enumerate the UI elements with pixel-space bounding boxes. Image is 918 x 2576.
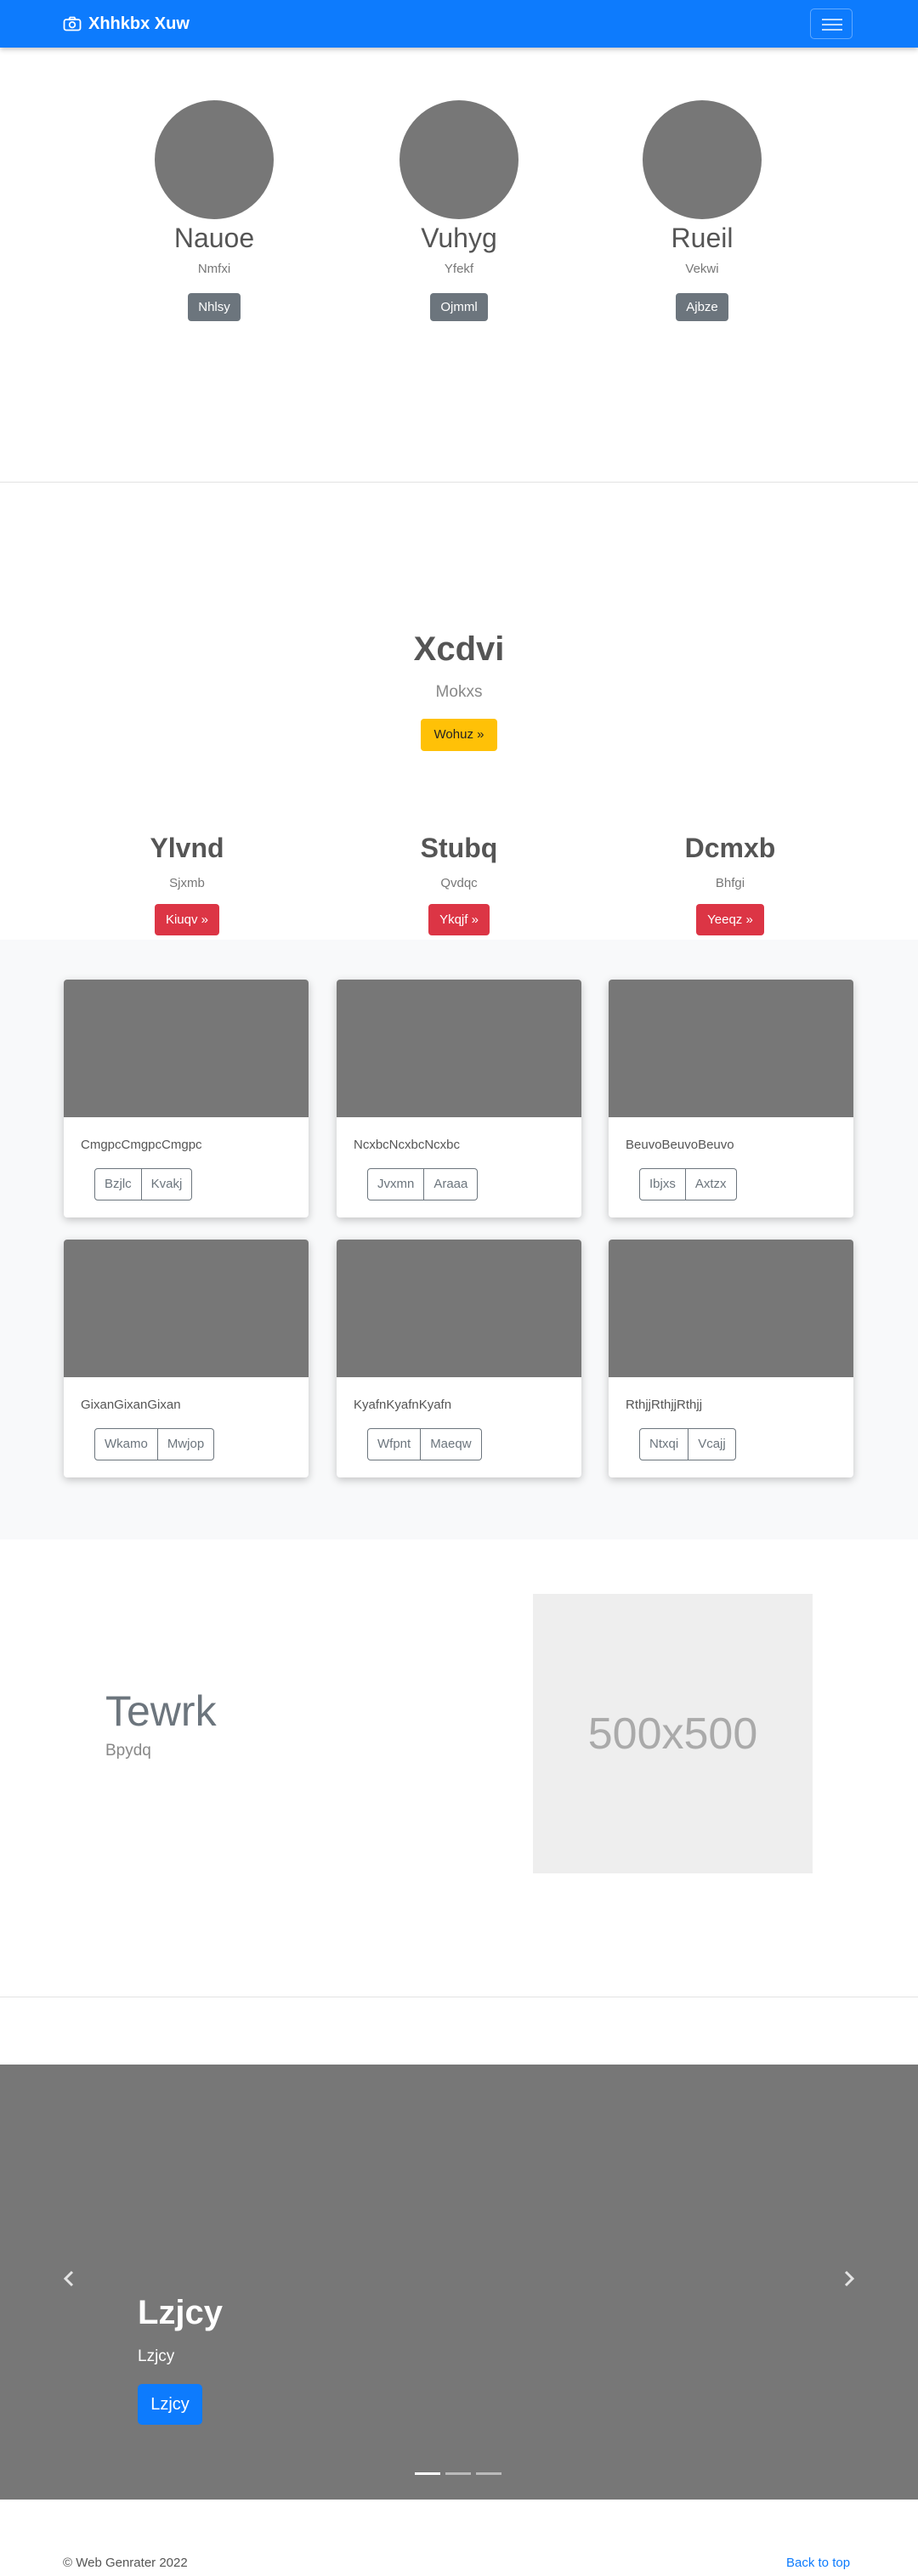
- card-button-group: Wfpnt Maeqw: [367, 1428, 482, 1460]
- profile-name: Vuhyg: [421, 223, 497, 253]
- navbar-toggle-button[interactable]: [810, 8, 853, 39]
- column-button[interactable]: Ykqjf »: [428, 904, 490, 935]
- album-card: BeuvoBeuvoBeuvo Ibjxs Axtzx: [609, 980, 853, 1217]
- card-button-secondary[interactable]: Araaa: [424, 1168, 479, 1200]
- card-button-primary[interactable]: Wfpnt: [367, 1428, 422, 1460]
- column-button[interactable]: Kiuqv »: [154, 904, 220, 935]
- carousel-indicator[interactable]: [445, 2472, 471, 2475]
- card-button-primary[interactable]: Ntxqi: [639, 1428, 689, 1460]
- column-title: Ylvnd: [150, 833, 224, 863]
- navbar: Xhhkbx Xuw: [0, 0, 918, 48]
- avatar: [400, 100, 518, 219]
- featurette-subtitle: Bpydq: [105, 1742, 151, 1760]
- profile-subtitle: Nmfxi: [197, 262, 231, 276]
- card-button-secondary[interactable]: Mwjop: [157, 1428, 215, 1460]
- feature-column: Ylvnd Sjxmb Kiuqv »: [76, 833, 298, 935]
- album-card: RthjjRthjjRthjj Ntxqi Vcajj: [609, 1240, 853, 1477]
- placeholder-image: 500x500: [533, 1594, 813, 1873]
- card-button-group: Wkamo Mwjop: [94, 1428, 215, 1460]
- column-text: Qvdqc: [440, 876, 478, 890]
- card-button-primary[interactable]: Jvxmn: [367, 1168, 425, 1200]
- card-image: [64, 1240, 309, 1377]
- brand-text: Xhhkbx Xuw: [88, 14, 190, 33]
- profile-card: Rueil Vekwi Ajbze: [617, 100, 787, 321]
- album-card: CmgpcCmgpcCmgpc Bzjlc Kvakj: [64, 980, 309, 1217]
- hero-subtitle: Mokxs: [435, 683, 483, 701]
- carousel: Lzjcy Lzjcy Lzjcy: [0, 2065, 918, 2500]
- card-button-group: Bzjlc Kvakj: [94, 1168, 193, 1200]
- featurette-title: Tewrk: [105, 1687, 217, 1735]
- back-to-top-link[interactable]: Back to top: [786, 2556, 850, 2570]
- profile-button[interactable]: Nhlsy: [188, 293, 241, 321]
- card-image: [337, 1240, 581, 1377]
- column-button[interactable]: Yeeqz »: [696, 904, 764, 935]
- carousel-indicator[interactable]: [415, 2472, 440, 2475]
- carousel-indicator[interactable]: [476, 2472, 502, 2475]
- brand-link[interactable]: Xhhkbx Xuw: [63, 14, 190, 34]
- card-image: [609, 980, 853, 1117]
- avatar: [155, 100, 274, 219]
- feature-column: Dcmxb Bhfgi Yeeqz »: [620, 833, 841, 935]
- chevron-right-icon[interactable]: [838, 2268, 858, 2289]
- card-button-primary[interactable]: Bzjlc: [94, 1168, 142, 1200]
- card-button-primary[interactable]: Ibjxs: [639, 1168, 686, 1200]
- hero-title: Xcdvi: [413, 630, 505, 668]
- hero-button[interactable]: Wohuz »: [421, 719, 497, 751]
- hamburger-icon: [822, 19, 842, 20]
- profile-name: Rueil: [671, 223, 734, 253]
- card-button-group: Jvxmn Araaa: [367, 1168, 479, 1200]
- placeholder-label: 500x500: [587, 1709, 758, 1759]
- profile-name: Nauoe: [173, 223, 255, 253]
- feature-column: Stubq Qvdqc Ykqjf »: [348, 833, 570, 935]
- card-text: BeuvoBeuvoBeuvo: [626, 1138, 734, 1152]
- card-image: [609, 1240, 853, 1377]
- profile-subtitle: Vekwi: [685, 262, 719, 276]
- card-text: GixanGixanGixan: [81, 1398, 181, 1412]
- column-title: Stubq: [420, 833, 498, 863]
- column-text: Sjxmb: [169, 876, 205, 890]
- card-button-secondary[interactable]: Kvakj: [141, 1168, 193, 1200]
- camera-icon: [63, 16, 82, 31]
- album-section: CmgpcCmgpcCmgpc Bzjlc Kvakj NcxbcNcxbcNc…: [0, 940, 918, 1539]
- profile-button[interactable]: Ojmml: [430, 293, 488, 321]
- card-text: RthjjRthjjRthjj: [626, 1398, 703, 1412]
- footer-copyright: © Web Genrater 2022: [63, 2556, 188, 2570]
- carousel-title: Lzjcy: [138, 2294, 224, 2331]
- card-image: [64, 980, 309, 1117]
- card-button-group: Ibjxs Axtzx: [639, 1168, 737, 1200]
- album-card: NcxbcNcxbcNcxbc Jvxmn Araaa: [337, 980, 581, 1217]
- card-text: CmgpcCmgpcCmgpc: [81, 1138, 202, 1152]
- column-text: Bhfgi: [715, 876, 745, 890]
- card-button-primary[interactable]: Wkamo: [94, 1428, 158, 1460]
- card-button-secondary[interactable]: Axtzx: [685, 1168, 737, 1200]
- column-title: Dcmxb: [684, 833, 776, 863]
- card-button-secondary[interactable]: Maeqw: [421, 1428, 482, 1460]
- card-text: NcxbcNcxbcNcxbc: [354, 1138, 461, 1152]
- carousel-subtitle: Lzjcy: [138, 2347, 175, 2365]
- album-card: GixanGixanGixan Wkamo Mwjop: [64, 1240, 309, 1477]
- chevron-left-icon[interactable]: [60, 2268, 80, 2289]
- card-button-group: Ntxqi Vcajj: [639, 1428, 736, 1460]
- card-image: [337, 980, 581, 1117]
- card-text: KyafnKyafnKyafn: [354, 1398, 452, 1412]
- profile-card: Nauoe Nmfxi Nhlsy: [129, 100, 299, 321]
- carousel-button[interactable]: Lzjcy: [138, 2384, 202, 2425]
- profile-button[interactable]: Ajbze: [676, 293, 728, 321]
- profile-card: Vuhyg Yfekf Ojmml: [374, 100, 544, 321]
- album-card: KyafnKyafnKyafn Wfpnt Maeqw: [337, 1240, 581, 1477]
- divider: [0, 482, 918, 483]
- avatar: [643, 100, 762, 219]
- card-button-secondary[interactable]: Vcajj: [688, 1428, 736, 1460]
- profile-subtitle: Yfekf: [444, 262, 474, 276]
